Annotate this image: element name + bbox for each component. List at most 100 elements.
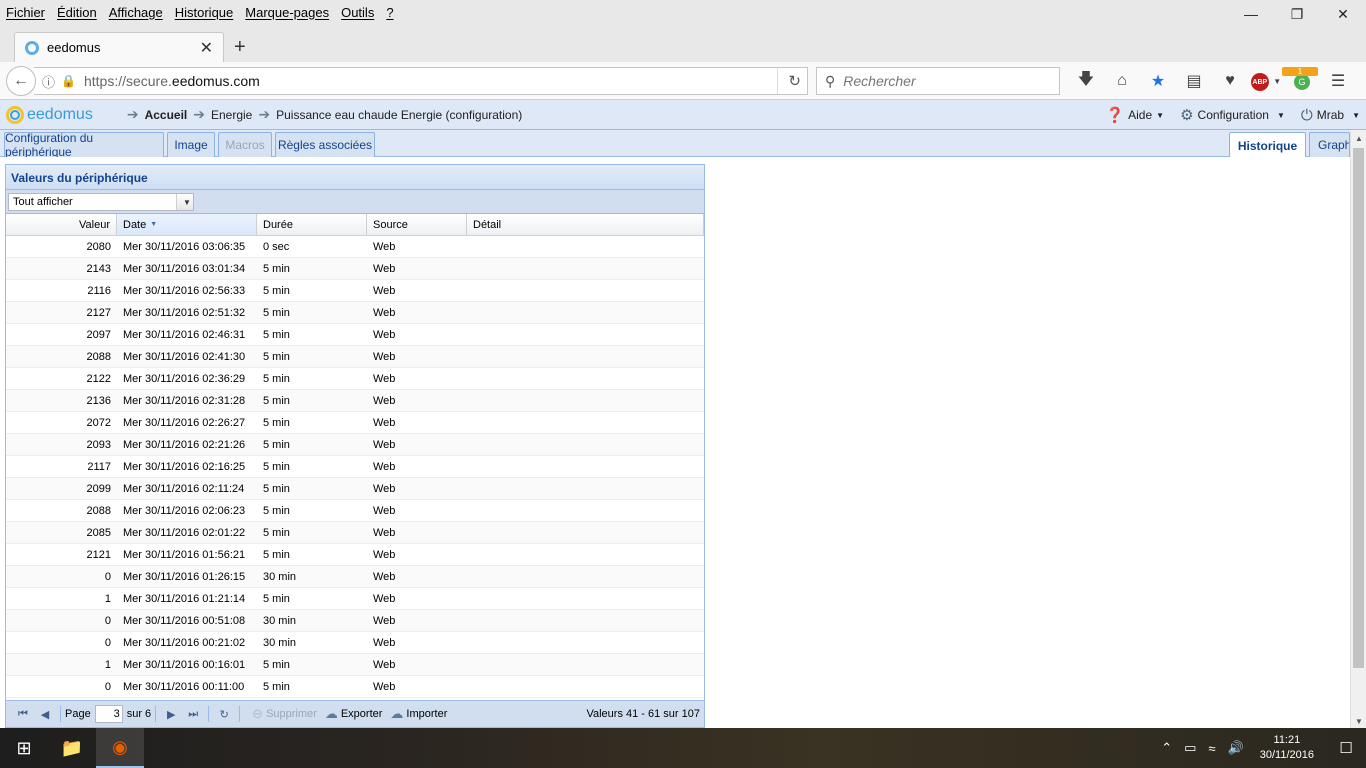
cell-valeur: 2088: [86, 504, 111, 517]
table-row[interactable]: 0 Mer 30/11/2016 00:51:08 30 min Web: [6, 610, 704, 632]
breadcrumb-energie[interactable]: Energie: [211, 108, 252, 122]
table-row[interactable]: 2097 Mer 30/11/2016 02:46:31 5 min Web: [6, 324, 704, 346]
table-row[interactable]: 0 Mer 30/11/2016 00:21:02 30 min Web: [6, 632, 704, 654]
table-row[interactable]: 2080 Mer 30/11/2016 03:06:35 0 sec Web: [6, 236, 704, 258]
breadcrumb-current: Puissance eau chaude Energie (configurat…: [276, 107, 523, 122]
export-button[interactable]: ☁ Exporter: [325, 706, 383, 722]
table-row[interactable]: 2117 Mer 30/11/2016 02:16:25 5 min Web: [6, 456, 704, 478]
chevron-down-icon[interactable]: ▼: [176, 194, 193, 210]
tab-historique[interactable]: Historique: [1229, 132, 1306, 158]
prev-page-icon[interactable]: ◀: [34, 708, 56, 721]
page-number-input[interactable]: [94, 705, 123, 723]
reading-list-icon[interactable]: ▤: [1176, 71, 1212, 91]
cell-valeur: 2097: [86, 328, 111, 341]
table-row[interactable]: 2093 Mer 30/11/2016 02:21:26 5 min Web: [6, 434, 704, 456]
column-header-valeur[interactable]: Valeur: [6, 214, 117, 235]
breadcrumb: ➔ Accueil ➔ Energie ➔ Puissance eau chau…: [121, 106, 522, 123]
home-icon[interactable]: ⌂: [1104, 72, 1140, 90]
cell-duree: 5 min: [263, 592, 290, 605]
table-row[interactable]: 2122 Mer 30/11/2016 02:36:29 5 min Web: [6, 368, 704, 390]
menu-marque-pages[interactable]: Marque-pages: [239, 5, 335, 20]
bookmark-star-icon[interactable]: ★: [1140, 71, 1176, 91]
url-text: https://secure.eedomus.com: [83, 73, 260, 89]
adblock-button[interactable]: ABP ▼: [1248, 71, 1284, 92]
pocket-icon[interactable]: ♥: [1212, 72, 1248, 90]
scroll-down-icon[interactable]: ▼: [1351, 717, 1366, 726]
scroll-up-icon[interactable]: ▲: [1351, 134, 1366, 143]
tab-configuration[interactable]: Configuration du périphérique: [4, 131, 164, 159]
search-input[interactable]: [843, 73, 1044, 89]
scrollbar-thumb[interactable]: [1353, 148, 1364, 668]
menu-outils[interactable]: Outils: [335, 5, 380, 20]
cell-date: Mer 30/11/2016 02:36:29: [123, 372, 246, 385]
firefox-icon[interactable]: ◉: [96, 728, 144, 768]
table-row[interactable]: 2088 Mer 30/11/2016 02:06:23 5 min Web: [6, 500, 704, 522]
url-bar[interactable]: ⓘ 🔒 https://secure.eedomus.com ↻: [34, 67, 808, 95]
back-button[interactable]: ←: [6, 66, 36, 96]
menubar: Fichier Édition Affichage Historique Mar…: [0, 0, 1366, 24]
table-row[interactable]: 2136 Mer 30/11/2016 02:31:28 5 min Web: [6, 390, 704, 412]
menu-edition[interactable]: Édition: [51, 5, 103, 20]
cell-duree: 5 min: [263, 504, 290, 517]
menu-fichier[interactable]: Fichier: [0, 5, 51, 20]
last-page-icon[interactable]: ⏭: [182, 708, 204, 721]
file-explorer-icon[interactable]: 📁: [48, 728, 96, 768]
extension-button[interactable]: G1: [1282, 67, 1320, 90]
column-header-duree[interactable]: Durée: [257, 214, 367, 235]
cell-valeur: 2143: [86, 262, 111, 275]
table-row[interactable]: 2143 Mer 30/11/2016 03:01:34 5 min Web: [6, 258, 704, 280]
table-row[interactable]: 2121 Mer 30/11/2016 01:56:21 5 min Web: [6, 544, 704, 566]
clock[interactable]: 11:21 30/11/2016: [1260, 733, 1314, 763]
cell-duree: 30 min: [263, 636, 297, 649]
column-header-date[interactable]: Date ▼: [117, 214, 257, 235]
table-row[interactable]: 0 Mer 30/11/2016 00:11:00 5 min Web: [6, 676, 704, 698]
windows-start-icon[interactable]: ⊞: [0, 728, 48, 768]
cell-duree: 5 min: [263, 680, 290, 693]
hamburger-menu-icon[interactable]: ☰: [1320, 71, 1356, 91]
refresh-icon[interactable]: ↻: [213, 708, 235, 721]
caret-down-icon: ▼: [1352, 110, 1360, 120]
configuration-menu-button[interactable]: ⚙ Configuration ▼: [1180, 106, 1285, 124]
table-row[interactable]: 2088 Mer 30/11/2016 02:41:30 5 min Web: [6, 346, 704, 368]
browser-tab[interactable]: eedomus ✕: [14, 32, 224, 62]
import-button[interactable]: ☁ Importer: [390, 706, 447, 722]
filter-select[interactable]: Tout afficher ▼: [8, 193, 194, 211]
column-header-source[interactable]: Source: [367, 214, 467, 235]
user-menu-button[interactable]: ⏻ Mrab ▼: [1301, 107, 1360, 124]
downloads-icon[interactable]: 🡇: [1068, 68, 1104, 95]
table-row[interactable]: 2099 Mer 30/11/2016 02:11:24 5 min Web: [6, 478, 704, 500]
table-row[interactable]: 2072 Mer 30/11/2016 02:26:27 5 min Web: [6, 412, 704, 434]
breadcrumb-home[interactable]: Accueil: [145, 108, 188, 122]
tab-graphe[interactable]: Graphe: [1309, 132, 1350, 157]
menu-historique[interactable]: Historique: [169, 5, 240, 20]
search-bar[interactable]: ⚲: [816, 67, 1060, 95]
page-scrollbar[interactable]: ▲ ▼: [1350, 130, 1366, 728]
table-row[interactable]: 2116 Mer 30/11/2016 02:56:33 5 min Web: [6, 280, 704, 302]
table-row[interactable]: 1 Mer 30/11/2016 01:21:14 5 min Web: [6, 588, 704, 610]
wifi-icon[interactable]: ≈: [1208, 741, 1215, 756]
tab-image[interactable]: Image: [167, 132, 215, 157]
logo[interactable]: eedomus: [6, 105, 93, 124]
chevron-up-icon[interactable]: ⌃: [1161, 740, 1172, 756]
menu-help[interactable]: ?: [380, 5, 399, 20]
first-page-icon[interactable]: ⏮: [12, 708, 34, 721]
reload-icon[interactable]: ↻: [777, 68, 801, 94]
new-tab-icon[interactable]: +: [234, 36, 246, 59]
table-row[interactable]: 1 Mer 30/11/2016 00:16:01 5 min Web: [6, 654, 704, 676]
notifications-icon[interactable]: ☐: [1326, 739, 1366, 757]
menu-affichage[interactable]: Affichage: [103, 5, 169, 20]
cell-source: Web: [373, 372, 396, 385]
cell-date: Mer 30/11/2016 02:31:28: [123, 394, 246, 407]
info-icon[interactable]: ⓘ: [42, 72, 55, 91]
next-page-icon[interactable]: ▶: [160, 708, 182, 721]
table-row[interactable]: 2085 Mer 30/11/2016 02:01:22 5 min Web: [6, 522, 704, 544]
help-menu-button[interactable]: ❓ Aide ▼: [1105, 106, 1164, 124]
cell-date: Mer 30/11/2016 02:41:30: [123, 350, 246, 363]
battery-icon[interactable]: ▭: [1184, 740, 1196, 756]
tab-regles-associees[interactable]: Règles associées: [275, 132, 375, 157]
table-row[interactable]: 0 Mer 30/11/2016 01:26:15 30 min Web: [6, 566, 704, 588]
table-row[interactable]: 2127 Mer 30/11/2016 02:51:32 5 min Web: [6, 302, 704, 324]
close-tab-icon[interactable]: ✕: [200, 38, 213, 58]
column-header-detail[interactable]: Détail: [467, 214, 704, 235]
volume-icon[interactable]: 🔊: [1228, 740, 1244, 756]
